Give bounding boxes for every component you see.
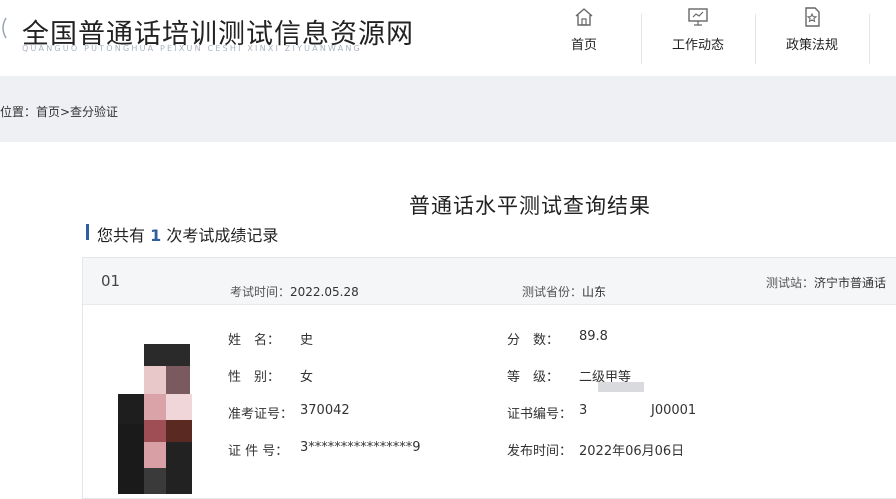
cert-no-suffix: J00001 <box>651 403 697 418</box>
admission-no-value: 370042 <box>300 403 350 418</box>
monitor-icon <box>687 6 709 28</box>
test-province-label: 测试省份： <box>522 285 583 299</box>
test-station: 测试站：济宁市普通话 <box>766 274 886 291</box>
publish-date-label: 发布时间： <box>507 444 573 459</box>
cert-no-label: 证书编号： <box>507 407 573 422</box>
breadcrumb-band <box>0 76 896 142</box>
nav-policy[interactable]: 政策法规 <box>755 0 869 76</box>
nav-policy-label: 政策法规 <box>785 38 838 53</box>
level-label: 等 级： <box>507 370 560 385</box>
admission-no-label: 准考证号： <box>228 407 294 422</box>
count-prefix: 您共有 <box>97 226 146 245</box>
site-pinyin: QUANGUO PUTONGHUA PEIXUN CESHI XINXI ZIY… <box>22 44 362 53</box>
count-suffix: 次考试成绩记录 <box>166 226 279 245</box>
publish-date-value: 2022年06月06日 <box>579 444 685 459</box>
gender-label: 性 别： <box>228 370 281 385</box>
home-icon <box>573 6 595 28</box>
nav-work-news-label: 工作动态 <box>671 38 724 53</box>
redaction-block <box>598 382 644 392</box>
page-title: 普通话水平测试查询结果 <box>409 194 651 218</box>
candidate-photo <box>118 344 210 494</box>
logo-icon <box>0 16 8 40</box>
exam-time-label: 考试时间： <box>230 285 291 299</box>
nav-divider <box>869 14 870 64</box>
nav-home-label: 首页 <box>570 38 597 53</box>
test-province-value: 山东 <box>582 285 607 299</box>
record-count: 您共有 1 次考试成绩记录 <box>97 222 278 246</box>
id-no-label: 证 件 号： <box>228 444 289 459</box>
nav-home[interactable]: 首页 <box>527 0 641 76</box>
exam-time-value: 2022.05.28 <box>290 285 359 299</box>
breadcrumb[interactable]: 位置：首页>查分验证 <box>0 103 118 120</box>
score-value: 89.8 <box>579 329 608 344</box>
cert-no-value: 3 <box>579 403 588 418</box>
test-province: 测试省份：山东 <box>522 283 606 300</box>
count-marker <box>86 224 89 240</box>
test-station-label: 测试站： <box>766 276 815 290</box>
test-station-value: 济宁市普通话 <box>814 276 887 290</box>
count-number: 1 <box>150 226 162 245</box>
record-number: 01 <box>101 272 121 290</box>
name-label: 姓 名： <box>228 333 281 348</box>
score-label: 分 数： <box>507 333 560 348</box>
document-icon <box>801 6 823 28</box>
id-no-value: 3****************9 <box>300 440 421 455</box>
gender-value: 女 <box>300 370 314 385</box>
exam-time: 考试时间：2022.05.28 <box>230 283 359 300</box>
nav-work-news[interactable]: 工作动态 <box>641 0 755 76</box>
name-value: 史 <box>300 333 314 348</box>
